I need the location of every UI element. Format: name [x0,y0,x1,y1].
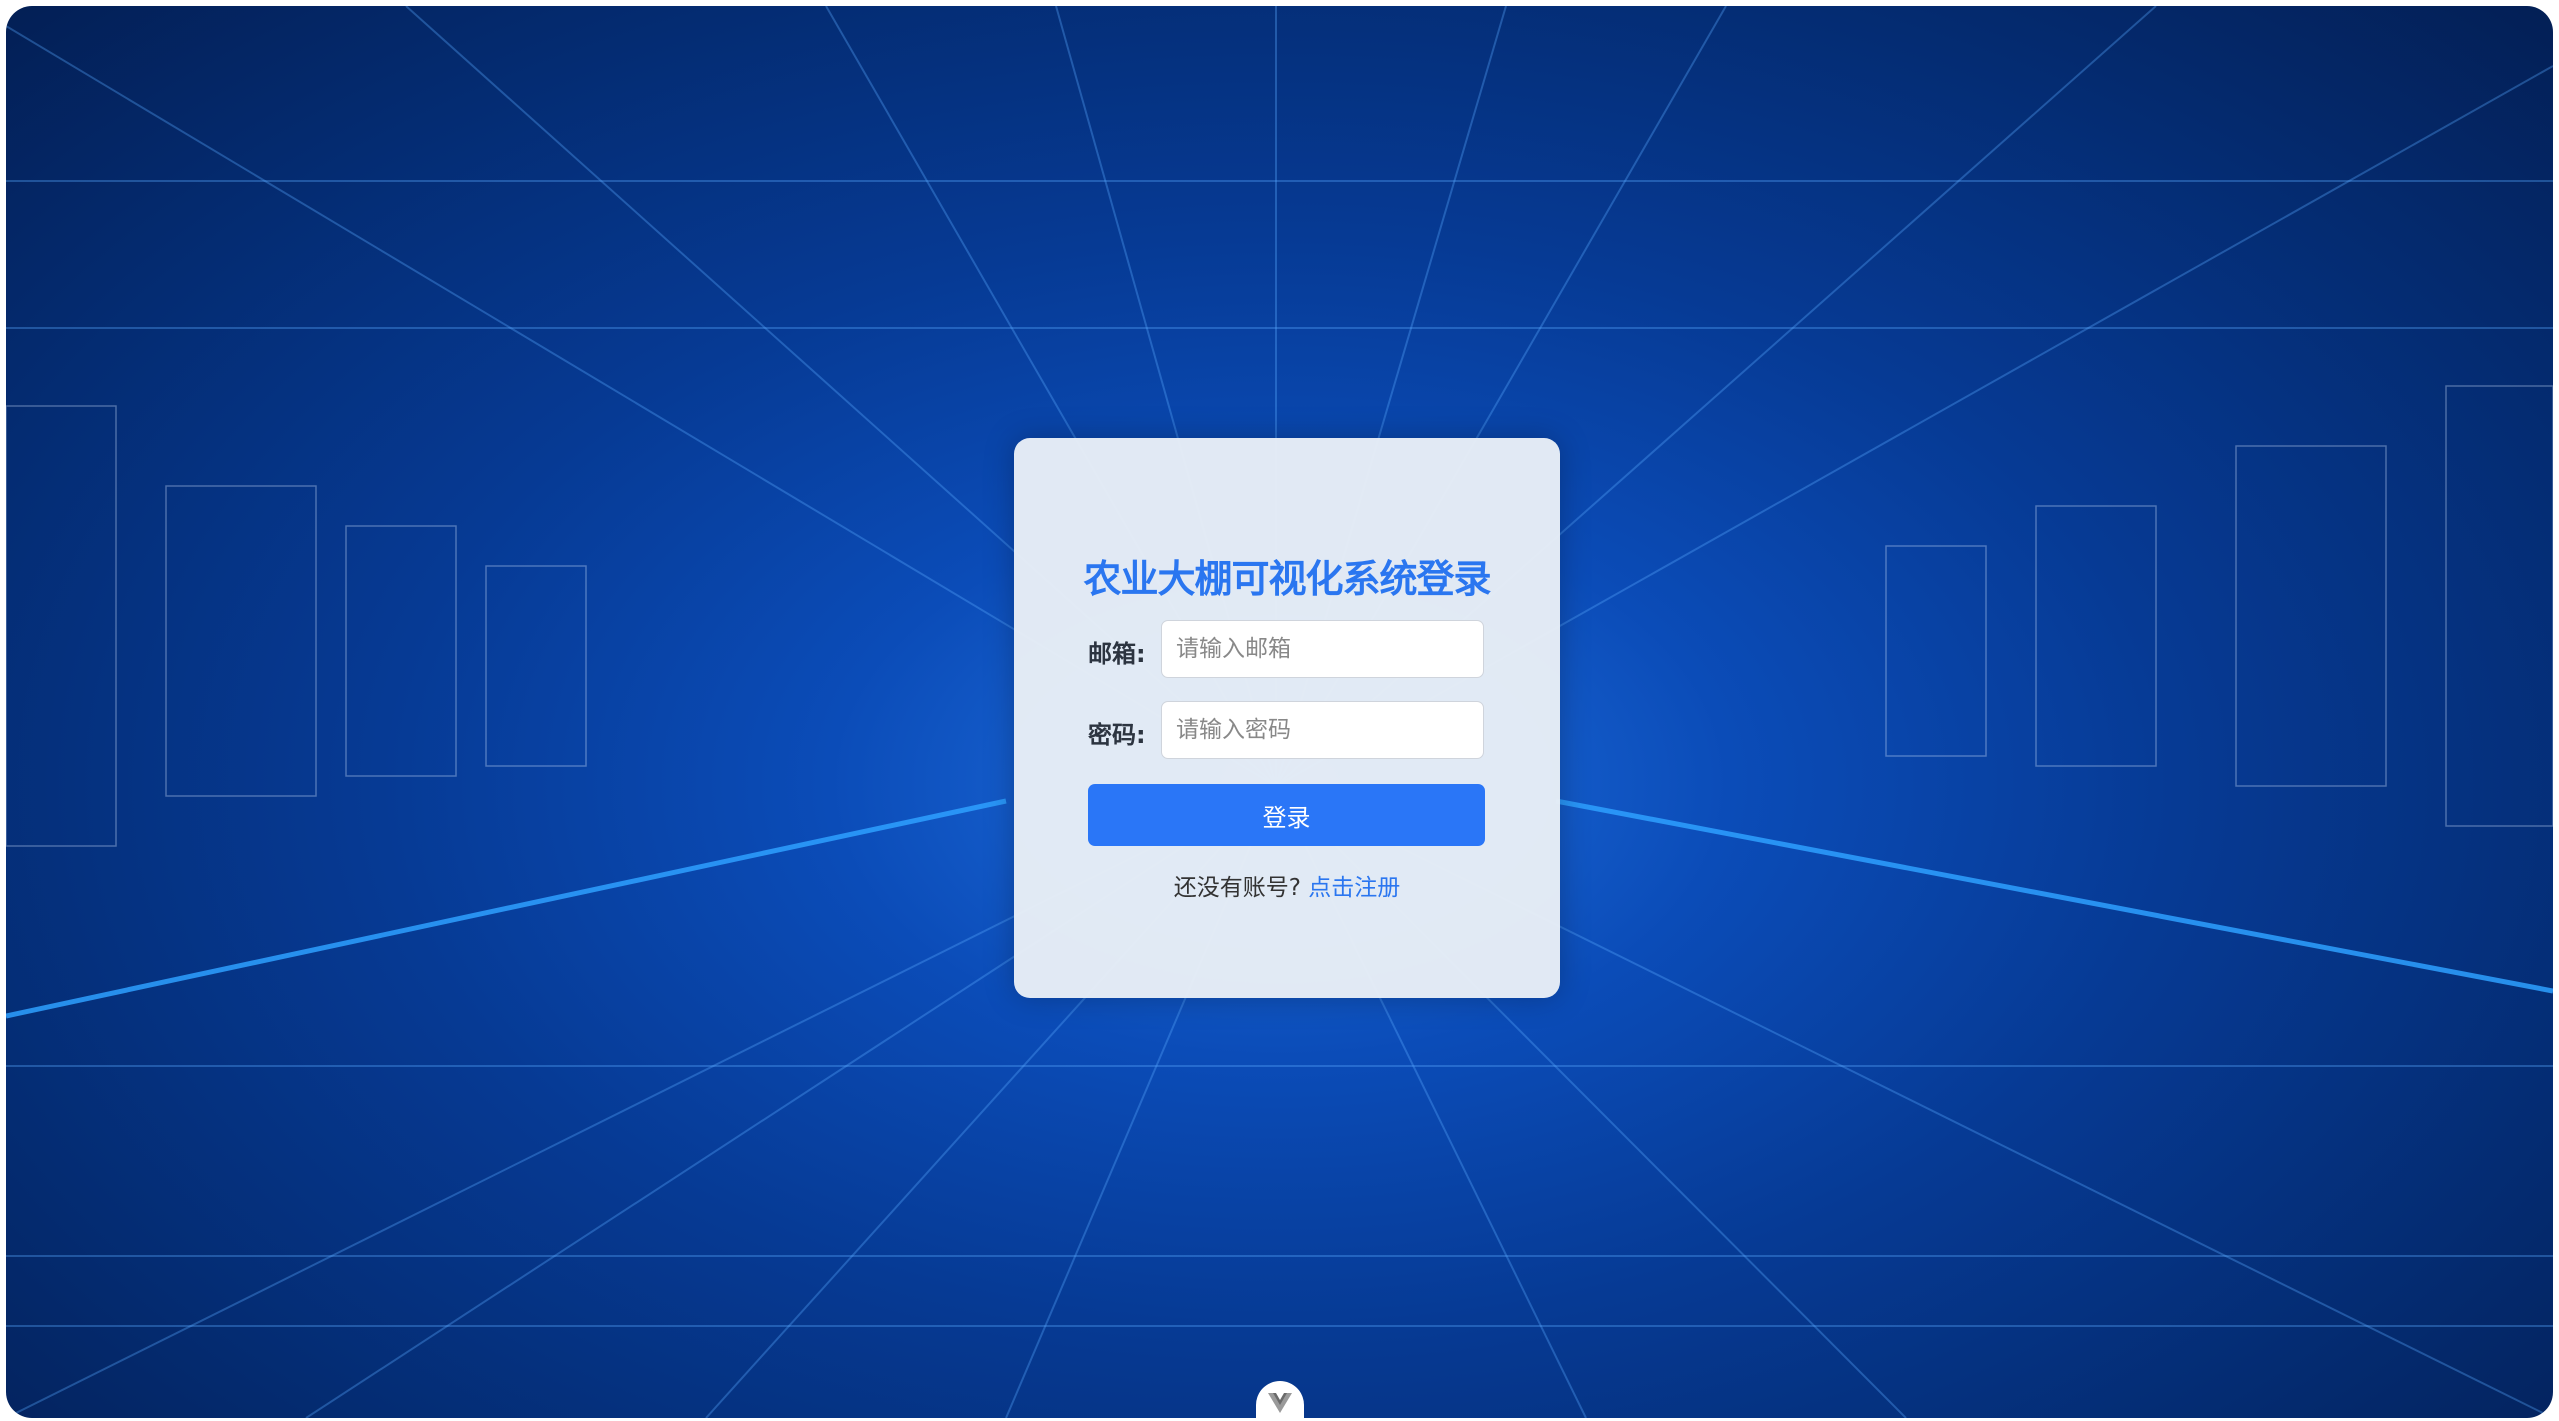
vue-devtools-button[interactable] [1256,1381,1304,1421]
login-card: 农业大棚可视化系统登录 邮箱: 密码: 登录 还没有账号? 点击注册 [1014,438,1560,998]
email-label: 邮箱: [1088,640,1146,668]
password-input[interactable] [1161,701,1484,759]
login-page: 农业大棚可视化系统登录 邮箱: 密码: 登录 还没有账号? 点击注册 [6,6,2553,1418]
password-label: 密码: [1088,721,1146,749]
register-prompt: 还没有账号? 点击注册 [1014,868,1560,902]
register-prompt-text: 还没有账号? [1173,875,1301,901]
page-title: 农业大棚可视化系统登录 [1083,557,1491,601]
login-button[interactable]: 登录 [1088,784,1485,846]
email-row: 邮箱: [1088,620,1488,680]
vue-logo-icon [1268,1393,1292,1413]
register-link[interactable]: 点击注册 [1308,875,1400,901]
password-row: 密码: [1088,701,1488,761]
email-input[interactable] [1161,620,1484,678]
